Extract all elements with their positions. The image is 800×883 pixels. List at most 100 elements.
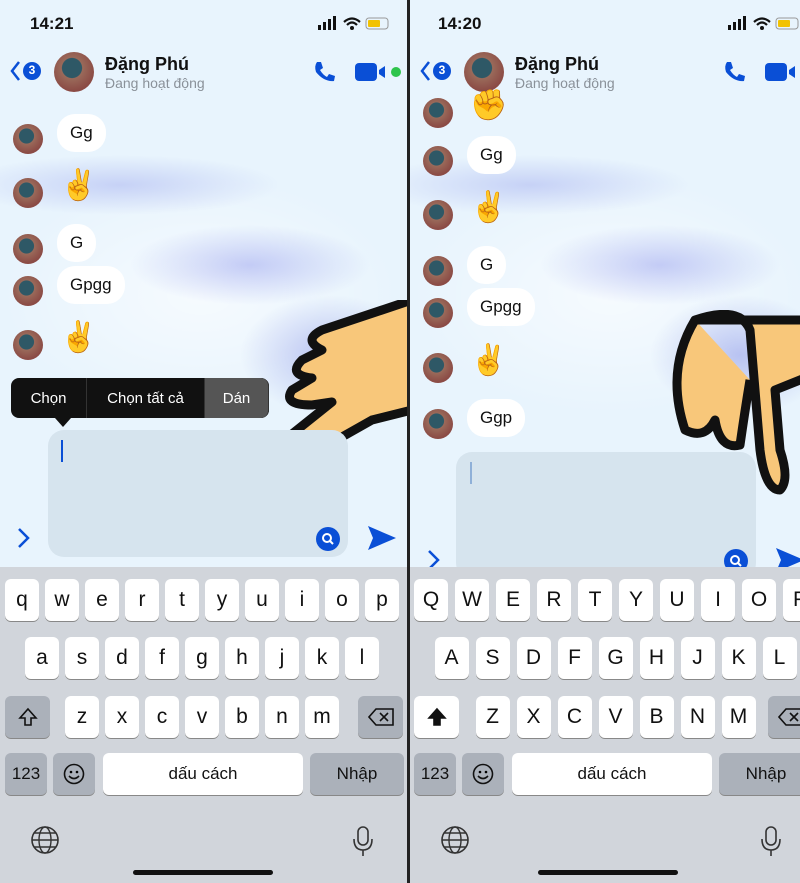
globe-icon[interactable] (440, 825, 470, 860)
key-v[interactable]: v (185, 696, 219, 738)
key-p[interactable]: p (365, 579, 399, 621)
microphone-icon[interactable] (760, 825, 782, 862)
key-n[interactable]: N (680, 696, 715, 738)
key-n[interactable]: n (265, 696, 299, 738)
key-g[interactable]: G (598, 637, 633, 679)
return-key[interactable]: Nhập (310, 753, 404, 795)
key-c[interactable]: C (557, 696, 592, 738)
context-menu-item-select-all[interactable]: Chọn tất cả (87, 378, 205, 418)
send-icon[interactable] (368, 526, 396, 555)
key-k[interactable]: k (305, 637, 339, 679)
contact-name[interactable]: Đặng Phú (515, 54, 599, 75)
key-h[interactable]: h (225, 637, 259, 679)
message-bubble[interactable]: Gpgg (57, 266, 125, 304)
contact-avatar[interactable] (54, 52, 94, 92)
numbers-key[interactable]: 123 (414, 753, 456, 795)
expand-chevron-icon[interactable] (17, 527, 31, 554)
key-v[interactable]: V (598, 696, 633, 738)
key-e[interactable]: e (85, 579, 119, 621)
key-i[interactable]: i (285, 579, 319, 621)
globe-icon[interactable] (30, 825, 60, 860)
video-call-icon[interactable] (765, 62, 800, 87)
phone-screen-right: 14:20 3 Đặng Phú Đang hoạt động ✊ Gg ✌️ G Gpgg ✌️… (410, 0, 800, 883)
key-s[interactable]: S (475, 637, 510, 679)
message-emoji[interactable]: ✌️ (60, 320, 97, 355)
key-g[interactable]: g (185, 637, 219, 679)
key-z[interactable]: z (65, 696, 99, 738)
context-menu-item-paste[interactable]: Dán (205, 378, 269, 418)
key-u[interactable]: u (245, 579, 279, 621)
context-menu-item-select[interactable]: Chọn (11, 378, 87, 418)
key-t[interactable]: t (165, 579, 199, 621)
key-p[interactable]: P (783, 579, 800, 621)
home-indicator[interactable] (133, 870, 273, 875)
message-bubble[interactable]: Gpgg (467, 288, 535, 326)
return-key[interactable]: Nhập (719, 753, 800, 795)
key-o[interactable]: o (325, 579, 359, 621)
message-input[interactable] (456, 452, 756, 579)
key-x[interactable]: X (516, 696, 551, 738)
key-b[interactable]: b (225, 696, 259, 738)
key-e[interactable]: E (496, 579, 530, 621)
message-bubble[interactable]: G (57, 224, 97, 262)
key-y[interactable]: y (205, 579, 239, 621)
home-indicator[interactable] (538, 870, 678, 875)
message-input[interactable] (48, 430, 348, 557)
key-i[interactable]: I (701, 579, 735, 621)
message-bubble[interactable]: Ggp (467, 399, 526, 437)
key-s[interactable]: s (65, 637, 99, 679)
key-l[interactable]: L (762, 637, 797, 679)
key-c[interactable]: c (145, 696, 179, 738)
message-emoji[interactable]: ✊ (470, 88, 507, 123)
key-q[interactable]: Q (414, 579, 448, 621)
message-bubble[interactable]: Gg (57, 114, 106, 152)
key-w[interactable]: w (45, 579, 79, 621)
backspace-key[interactable] (358, 696, 403, 738)
call-icon[interactable] (312, 60, 336, 89)
key-l[interactable]: l (345, 637, 379, 679)
key-d[interactable]: d (105, 637, 139, 679)
key-m[interactable]: m (305, 696, 339, 738)
key-u[interactable]: U (660, 579, 694, 621)
message-emoji[interactable]: ✌️ (470, 190, 507, 225)
shift-key[interactable] (5, 696, 50, 738)
emoji-key[interactable] (462, 753, 504, 795)
message-bubble[interactable]: G (467, 246, 507, 284)
message-emoji[interactable]: ✌️ (60, 168, 97, 203)
microphone-icon[interactable] (352, 825, 374, 862)
emoji-key[interactable] (53, 753, 95, 795)
key-o[interactable]: O (742, 579, 776, 621)
backspace-key[interactable] (768, 696, 800, 738)
key-k[interactable]: K (721, 637, 756, 679)
key-m[interactable]: M (721, 696, 756, 738)
contact-name[interactable]: Đặng Phú (105, 54, 189, 75)
key-a[interactable]: a (25, 637, 59, 679)
key-j[interactable]: j (265, 637, 299, 679)
message-bubble[interactable]: Gg (467, 136, 516, 174)
key-d[interactable]: D (516, 637, 551, 679)
key-q[interactable]: q (5, 579, 39, 621)
key-a[interactable]: A (434, 637, 469, 679)
message-emoji[interactable]: ✌️ (470, 343, 507, 378)
key-z[interactable]: Z (475, 696, 510, 738)
emoji-search-icon[interactable] (316, 527, 340, 551)
key-t[interactable]: T (578, 579, 612, 621)
key-r[interactable]: r (125, 579, 159, 621)
key-b[interactable]: B (639, 696, 674, 738)
key-w[interactable]: W (455, 579, 489, 621)
contact-avatar[interactable] (464, 52, 504, 92)
key-y[interactable]: Y (619, 579, 653, 621)
space-key[interactable]: dấu cách (512, 753, 712, 795)
text-cursor (470, 462, 472, 484)
key-h[interactable]: H (639, 637, 674, 679)
key-j[interactable]: J (680, 637, 715, 679)
call-icon[interactable] (722, 60, 746, 89)
video-call-icon[interactable] (355, 62, 403, 87)
shift-key[interactable] (414, 696, 459, 738)
numbers-key[interactable]: 123 (5, 753, 47, 795)
space-key[interactable]: dấu cách (103, 753, 303, 795)
key-f[interactable]: f (145, 637, 179, 679)
key-r[interactable]: R (537, 579, 571, 621)
key-x[interactable]: x (105, 696, 139, 738)
key-f[interactable]: F (557, 637, 592, 679)
